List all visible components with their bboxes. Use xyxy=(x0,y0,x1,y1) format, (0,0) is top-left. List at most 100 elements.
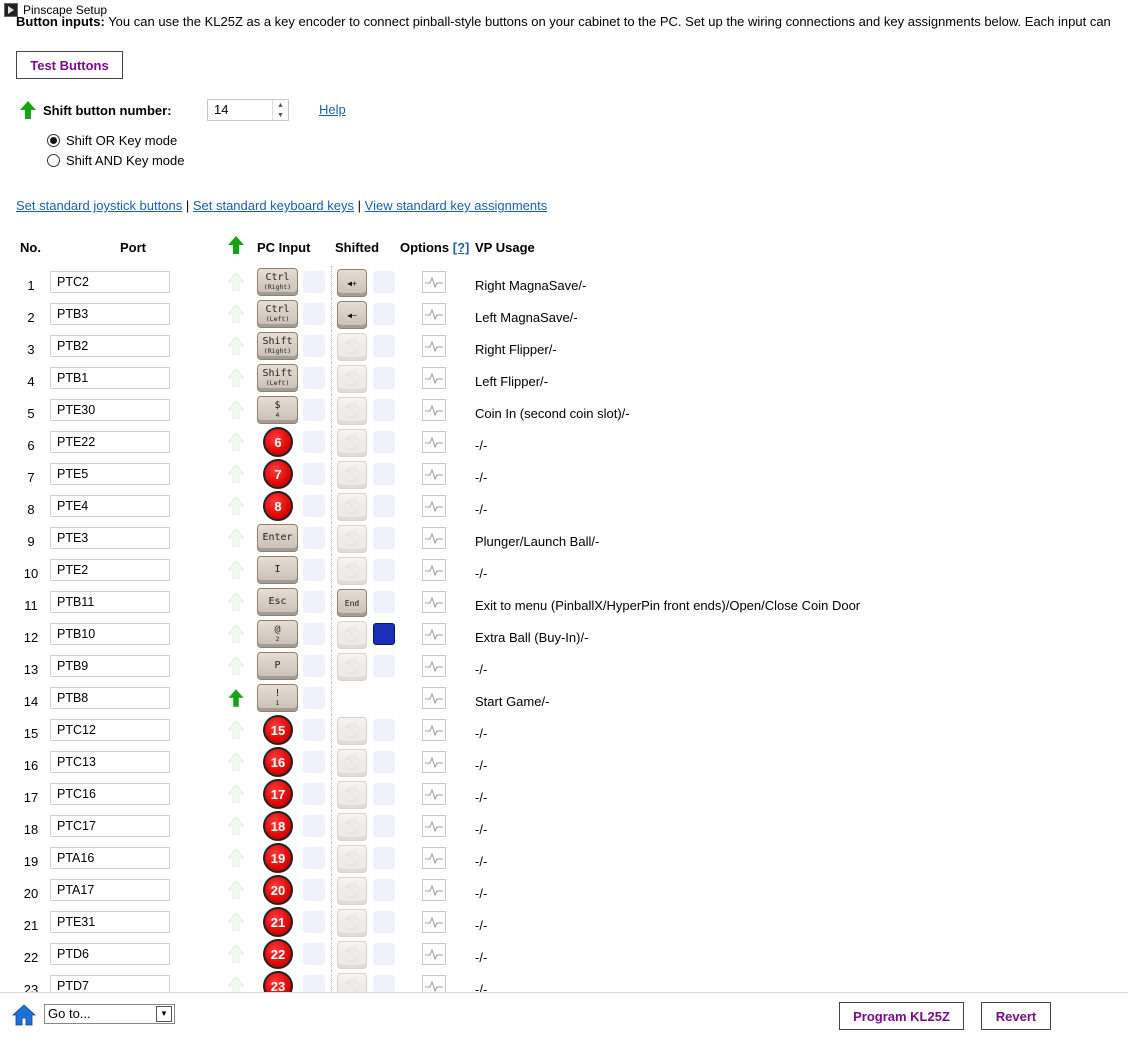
night-mode-icon[interactable] xyxy=(303,847,325,869)
shift-arrow-icon[interactable] xyxy=(227,560,245,580)
options-pulse-icon[interactable] xyxy=(422,367,446,389)
shifted-none-button[interactable] xyxy=(337,525,367,553)
shift-arrow-icon[interactable] xyxy=(227,432,245,452)
port-input[interactable]: PTC16 xyxy=(50,783,170,805)
options-pulse-icon[interactable] xyxy=(422,687,446,709)
radio-selected-icon[interactable] xyxy=(47,133,60,147)
set-keyboard-keys-link[interactable]: Set standard keyboard keys xyxy=(193,198,354,213)
options-pulse-icon[interactable] xyxy=(422,431,446,453)
night-mode-icon[interactable] xyxy=(303,431,325,453)
options-pulse-icon[interactable] xyxy=(422,623,446,645)
radio-unselected-icon[interactable] xyxy=(47,153,60,167)
night-mode-icon[interactable] xyxy=(303,463,325,485)
spin-down-icon[interactable]: ▼ xyxy=(273,110,288,120)
night-mode-icon[interactable] xyxy=(373,399,395,421)
night-mode-icon[interactable] xyxy=(303,943,325,965)
night-mode-icon[interactable] xyxy=(303,271,325,293)
night-mode-icon[interactable] xyxy=(303,495,325,517)
port-input[interactable]: PTB10 xyxy=(50,623,170,645)
port-input[interactable]: PTC2 xyxy=(50,271,170,293)
test-buttons-button[interactable]: Test Buttons xyxy=(16,51,123,79)
shifted-none-button[interactable] xyxy=(337,909,367,937)
port-input[interactable]: PTE5 xyxy=(50,463,170,485)
keycap-button[interactable]: Shift (Left) xyxy=(257,364,298,392)
keycap-button[interactable]: ! 1 xyxy=(257,684,298,712)
keycap-button[interactable]: I xyxy=(257,556,298,584)
port-input[interactable]: PTD6 xyxy=(50,943,170,965)
shift-or-key-mode-radio[interactable]: Shift OR Key mode xyxy=(47,131,177,149)
shifted-none-button[interactable] xyxy=(337,941,367,969)
night-mode-icon[interactable] xyxy=(303,591,325,613)
joystick-button-icon[interactable]: 20 xyxy=(263,875,293,905)
night-mode-icon[interactable] xyxy=(303,303,325,325)
port-input[interactable]: PTC13 xyxy=(50,751,170,773)
port-input[interactable]: PTE31 xyxy=(50,911,170,933)
port-input[interactable]: PTB9 xyxy=(50,655,170,677)
joystick-button-icon[interactable]: 21 xyxy=(263,907,293,937)
home-icon[interactable] xyxy=(11,1003,37,1027)
options-pulse-icon[interactable] xyxy=(422,591,446,613)
shift-arrow-icon[interactable] xyxy=(227,592,245,612)
shifted-none-button[interactable] xyxy=(337,621,367,649)
shift-arrow-icon[interactable] xyxy=(227,496,245,516)
night-mode-icon[interactable] xyxy=(303,623,325,645)
joystick-button-icon[interactable]: 18 xyxy=(263,811,293,841)
night-mode-icon[interactable] xyxy=(373,495,395,517)
night-mode-icon[interactable] xyxy=(303,527,325,549)
night-mode-icon[interactable] xyxy=(373,271,395,293)
night-mode-icon[interactable] xyxy=(373,751,395,773)
joystick-button-icon[interactable]: 6 xyxy=(263,427,293,457)
shifted-none-button[interactable] xyxy=(337,493,367,521)
options-pulse-icon[interactable] xyxy=(422,879,446,901)
night-mode-icon[interactable] xyxy=(303,399,325,421)
keycap-button[interactable]: Esc xyxy=(257,588,298,616)
night-mode-icon[interactable] xyxy=(303,879,325,901)
shifted-none-button[interactable] xyxy=(337,365,367,393)
port-input[interactable]: PTE4 xyxy=(50,495,170,517)
program-kl25z-button[interactable]: Program KL25Z xyxy=(839,1002,964,1030)
shift-arrow-icon[interactable] xyxy=(227,656,245,676)
port-input[interactable]: PTC12 xyxy=(50,719,170,741)
options-pulse-icon[interactable] xyxy=(422,783,446,805)
joystick-button-icon[interactable]: 16 xyxy=(263,747,293,777)
shifted-none-button[interactable] xyxy=(337,717,367,745)
keycap-button[interactable]: Shift (Right) xyxy=(257,332,298,360)
night-mode-icon[interactable] xyxy=(373,303,395,325)
shift-arrow-icon[interactable] xyxy=(227,400,245,420)
port-input[interactable]: PTE2 xyxy=(50,559,170,581)
port-input[interactable]: PTE3 xyxy=(50,527,170,549)
night-mode-icon[interactable] xyxy=(303,783,325,805)
keycap-button[interactable]: P xyxy=(257,652,298,680)
view-key-assignments-link[interactable]: View standard key assignments xyxy=(365,198,548,213)
shifted-none-button[interactable] xyxy=(337,461,367,489)
keycap-button[interactable]: $4 xyxy=(257,396,298,424)
shift-button-number-spinner[interactable]: 14 ▲ ▼ xyxy=(207,99,289,121)
joystick-button-icon[interactable]: 19 xyxy=(263,843,293,873)
shifted-none-button[interactable] xyxy=(337,813,367,841)
shift-button-number-value[interactable]: 14 xyxy=(208,100,272,120)
shift-arrow-icon[interactable] xyxy=(227,528,245,548)
night-mode-icon[interactable] xyxy=(303,911,325,933)
shifted-none-button[interactable] xyxy=(337,877,367,905)
port-input[interactable]: PTB3 xyxy=(50,303,170,325)
options-pulse-icon[interactable] xyxy=(422,655,446,677)
port-input[interactable]: PTA16 xyxy=(50,847,170,869)
options-pulse-icon[interactable] xyxy=(422,495,446,517)
shifted-none-button[interactable] xyxy=(337,845,367,873)
night-mode-icon[interactable] xyxy=(373,655,395,677)
shift-arrow-icon[interactable] xyxy=(227,272,245,292)
options-pulse-icon[interactable] xyxy=(422,463,446,485)
options-pulse-icon[interactable] xyxy=(422,943,446,965)
options-pulse-icon[interactable] xyxy=(422,271,446,293)
spin-up-icon[interactable]: ▲ xyxy=(273,100,288,110)
joystick-button-icon[interactable]: 17 xyxy=(263,779,293,809)
port-input[interactable]: PTA17 xyxy=(50,879,170,901)
night-mode-icon[interactable] xyxy=(373,943,395,965)
night-mode-icon[interactable] xyxy=(373,815,395,837)
keycap-button[interactable]: Ctrl (Left) xyxy=(257,300,298,328)
keycap-button[interactable]: @2 xyxy=(257,620,298,648)
shift-arrow-icon[interactable] xyxy=(227,304,245,324)
shift-arrow-icon[interactable] xyxy=(227,912,245,932)
shifted-keycap-button[interactable]: ◀+ xyxy=(337,269,367,297)
port-input[interactable]: PTC17 xyxy=(50,815,170,837)
